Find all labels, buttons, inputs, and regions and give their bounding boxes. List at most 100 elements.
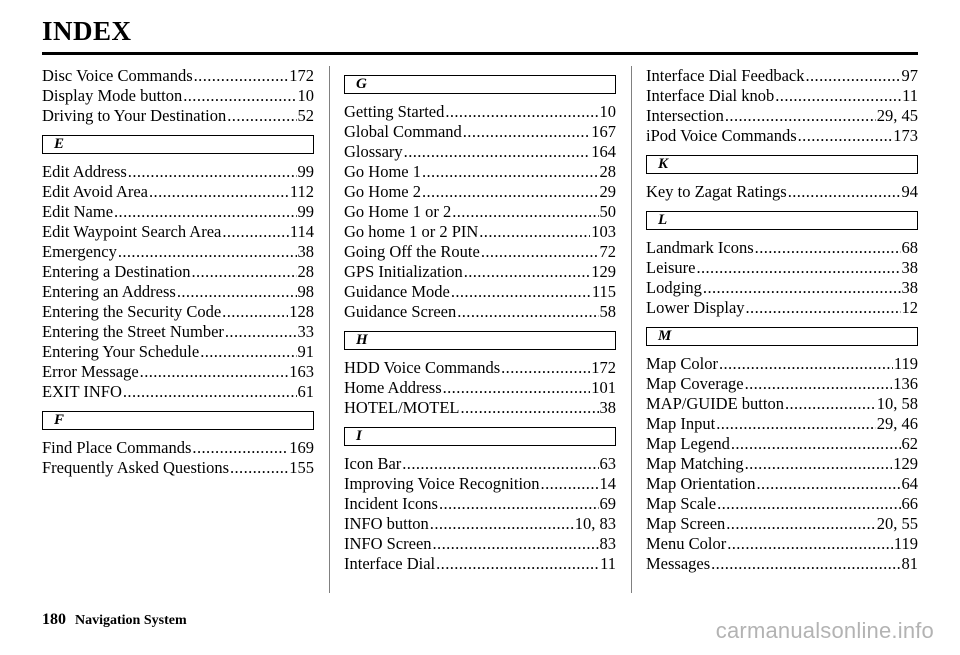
- index-entry[interactable]: MAP/GUIDE button........................…: [646, 394, 918, 414]
- index-entry[interactable]: Map Matching............................…: [646, 454, 918, 474]
- index-entry[interactable]: HOTEL/MOTEL.............................…: [344, 398, 616, 418]
- index-entry[interactable]: Incident Icons..........................…: [344, 494, 616, 514]
- index-entry[interactable]: INFO Screen.............................…: [344, 534, 616, 554]
- index-entry[interactable]: Entering a Destination..................…: [42, 262, 314, 282]
- index-entry[interactable]: Global Command..........................…: [344, 122, 616, 142]
- dot-leader: ........................................…: [192, 438, 289, 457]
- index-entry-page: 155: [289, 458, 314, 477]
- index-entry[interactable]: Messages................................…: [646, 554, 918, 574]
- index-entry[interactable]: Lodging.................................…: [646, 278, 918, 298]
- index-entry-page: 20, 55: [876, 514, 918, 533]
- index-entry[interactable]: Map Screen..............................…: [646, 514, 918, 534]
- dot-leader: ........................................…: [727, 534, 893, 553]
- index-entry[interactable]: Entering an Address.....................…: [42, 282, 314, 302]
- dot-leader: ........................................…: [227, 106, 296, 125]
- index-entry[interactable]: Entering the Security Code..............…: [42, 302, 314, 322]
- dot-leader: ........................................…: [756, 474, 901, 493]
- index-entry[interactable]: Going Off the Route.....................…: [344, 242, 616, 262]
- index-entry[interactable]: Getting Started.........................…: [344, 102, 616, 122]
- index-entry[interactable]: Menu Color..............................…: [646, 534, 918, 554]
- index-entry-page: 119: [893, 534, 918, 553]
- index-entry-name: Home Address: [344, 378, 442, 397]
- index-entry-page: 172: [289, 66, 314, 85]
- index-entry[interactable]: Edit Name...............................…: [42, 202, 314, 222]
- index-entry[interactable]: Icon Bar................................…: [344, 454, 616, 474]
- index-columns: Disc Voice Commands.....................…: [42, 66, 918, 601]
- index-entry-name: Frequently Asked Questions: [42, 458, 229, 477]
- column-1: Disc Voice Commands.....................…: [42, 66, 314, 601]
- index-entry-page: 10: [297, 86, 315, 105]
- index-entry[interactable]: Disc Voice Commands.....................…: [42, 66, 314, 86]
- page-title: INDEX: [42, 16, 132, 46]
- index-entry[interactable]: EXIT INFO...............................…: [42, 382, 314, 402]
- dot-leader: ........................................…: [117, 242, 297, 261]
- dot-leader: ........................................…: [442, 378, 591, 397]
- dot-leader: ........................................…: [460, 398, 598, 417]
- index-entry[interactable]: Edit Avoid Area.........................…: [42, 182, 314, 202]
- index-entry[interactable]: Go Home 2...............................…: [344, 182, 616, 202]
- index-entry[interactable]: Go Home 1...............................…: [344, 162, 616, 182]
- index-entry[interactable]: Go home 1 or 2 PIN......................…: [344, 222, 616, 242]
- index-entry[interactable]: Glossary................................…: [344, 142, 616, 162]
- index-entry[interactable]: Improving Voice Recognition.............…: [344, 474, 616, 494]
- index-entry-name: Incident Icons: [344, 494, 438, 513]
- dot-leader: ........................................…: [402, 454, 599, 473]
- index-entry-name: Leisure: [646, 258, 696, 277]
- index-entry[interactable]: Guidance Screen.........................…: [344, 302, 616, 322]
- index-entry[interactable]: Interface Dial..........................…: [344, 554, 616, 574]
- dot-leader: ........................................…: [540, 474, 599, 493]
- index-entry-page: 66: [901, 494, 919, 513]
- index-entry[interactable]: Lower Display...........................…: [646, 298, 918, 318]
- index-entry-page: 101: [591, 378, 616, 397]
- index-entry-page: 72: [599, 242, 617, 261]
- index-entry-name: Entering the Street Number: [42, 322, 224, 341]
- index-entry[interactable]: Emergency...............................…: [42, 242, 314, 262]
- index-entry[interactable]: GPS Initialization......................…: [344, 262, 616, 282]
- index-entry[interactable]: Driving to Your Destination.............…: [42, 106, 314, 126]
- index-entry[interactable]: Guidance Mode...........................…: [344, 282, 616, 302]
- index-entry[interactable]: HDD Voice Commands......................…: [344, 358, 616, 378]
- index-entry[interactable]: Map Orientation.........................…: [646, 474, 918, 494]
- index-entry[interactable]: Map Coverage............................…: [646, 374, 918, 394]
- index-entry[interactable]: Map Scale...............................…: [646, 494, 918, 514]
- index-entry[interactable]: Map Color...............................…: [646, 354, 918, 374]
- index-entry[interactable]: Interface Dial Feedback.................…: [646, 66, 918, 86]
- index-entry[interactable]: Entering the Street Number..............…: [42, 322, 314, 342]
- index-entry-name: Intersection: [646, 106, 724, 125]
- index-entry[interactable]: Edit Waypoint Search Area...............…: [42, 222, 314, 242]
- index-entry-page: 38: [901, 258, 919, 277]
- index-entry-name: Disc Voice Commands: [42, 66, 193, 85]
- index-entry[interactable]: Entering Your Schedule..................…: [42, 342, 314, 362]
- index-entry-name: Going Off the Route: [344, 242, 480, 261]
- index-entry-page: 115: [591, 282, 616, 301]
- index-entry[interactable]: Intersection............................…: [646, 106, 918, 126]
- index-entry-name: INFO button: [344, 514, 429, 533]
- letter-heading-k: K: [646, 155, 918, 174]
- dot-leader: ........................................…: [436, 554, 600, 573]
- index-entry[interactable]: Map Input...............................…: [646, 414, 918, 434]
- index-entry[interactable]: Display Mode button.....................…: [42, 86, 314, 106]
- index-entry-name: Interface Dial knob: [646, 86, 775, 105]
- index-entry[interactable]: Leisure.................................…: [646, 258, 918, 278]
- index-entry[interactable]: Key to Zagat Ratings....................…: [646, 182, 918, 202]
- index-entry-name: MAP/GUIDE button: [646, 394, 784, 413]
- index-entry[interactable]: Go Home 1 or 2..........................…: [344, 202, 616, 222]
- index-entry[interactable]: INFO button.............................…: [344, 514, 616, 534]
- index-entry[interactable]: Map Legend..............................…: [646, 434, 918, 454]
- dot-leader: ........................................…: [797, 126, 893, 145]
- index-entry-page: 12: [901, 298, 919, 317]
- index-entry[interactable]: Interface Dial knob.....................…: [646, 86, 918, 106]
- index-entry[interactable]: Find Place Commands.....................…: [42, 438, 314, 458]
- index-entry-name: Find Place Commands: [42, 438, 192, 457]
- index-entry-page: 28: [297, 262, 315, 281]
- index-entry[interactable]: iPod Voice Commands.....................…: [646, 126, 918, 146]
- index-entry-page: 81: [901, 554, 919, 573]
- index-entry[interactable]: Error Message...........................…: [42, 362, 314, 382]
- index-entry-page: 114: [289, 222, 314, 241]
- index-entry[interactable]: Frequently Asked Questions..............…: [42, 458, 314, 478]
- index-entry[interactable]: Edit Address............................…: [42, 162, 314, 182]
- index-entry-page: 163: [289, 362, 314, 381]
- index-entry[interactable]: Home Address............................…: [344, 378, 616, 398]
- index-entry[interactable]: Landmark Icons..........................…: [646, 238, 918, 258]
- index-entry-name: Map Orientation: [646, 474, 756, 493]
